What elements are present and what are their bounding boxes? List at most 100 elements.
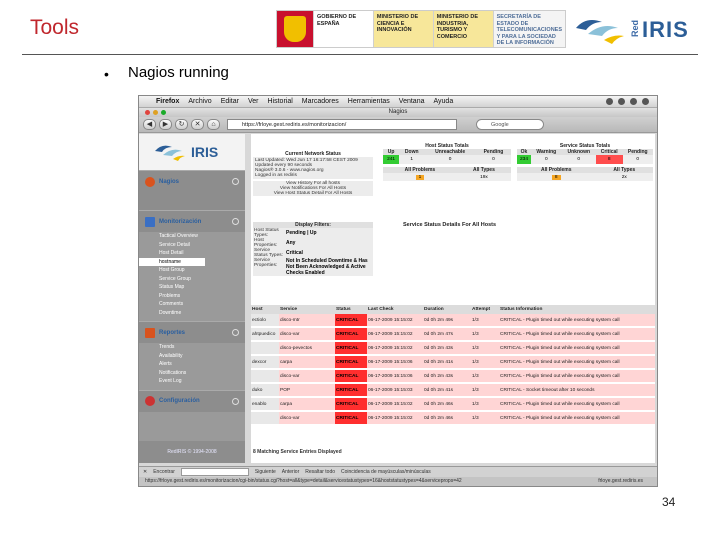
cell-service[interactable]: disco-var — [279, 370, 335, 382]
find-previous-button[interactable]: Anterior — [282, 469, 300, 475]
cell-host[interactable]: ahtpuedico — [251, 328, 279, 340]
collapse-icon[interactable] — [232, 329, 239, 336]
bluetooth-icon[interactable] — [606, 98, 613, 105]
find-next-button[interactable]: Siguiente — [255, 469, 276, 475]
cell-attempt: 1/3 — [471, 384, 499, 396]
cell-last-check: 06-17-2009 15:15:03 — [367, 384, 423, 396]
url-input[interactable]: https://frloye.gest.rediris.es/monitoriz… — [227, 119, 457, 130]
menu-historial[interactable]: Historial — [268, 98, 293, 105]
match-case-checkbox[interactable]: Coincidencia de mayúsculas/minúsculas — [341, 469, 431, 475]
sidebar-section-label: Reportes — [159, 329, 186, 336]
col-duration[interactable]: Duration — [423, 305, 471, 314]
find-close-icon[interactable]: ✕ — [143, 469, 147, 475]
cell-service[interactable]: disco-var — [279, 328, 335, 340]
sidebar-item-host-detail[interactable]: Host Detail — [139, 249, 245, 258]
sidebar-item-availability[interactable]: Availability — [139, 352, 245, 361]
gov-block-1: GOBIERNO DE ESPAÑA — [313, 11, 373, 47]
sidebar-section-nagios[interactable]: Nagios — [139, 170, 245, 192]
sidebar-item-comments[interactable]: Comments — [139, 300, 245, 309]
sidebar-item-alerts[interactable]: Alerts — [139, 360, 245, 369]
host-status-detail-link[interactable]: View Host Status Detail For All Hosts — [253, 191, 373, 196]
collapse-icon[interactable] — [232, 178, 239, 185]
cell-last-check: 06-17-2009 15:15:02 — [367, 328, 423, 340]
collapse-icon[interactable] — [232, 218, 239, 225]
browser-statusbar: https://frloye.gest.rediris.es/monitoriz… — [139, 477, 657, 486]
sidebar-item-host-group[interactable]: Host Group — [139, 266, 245, 275]
row-spacer — [251, 424, 655, 426]
cell-last-check: 06-17-2009 15:15:02 — [367, 412, 423, 424]
cell-host[interactable] — [251, 370, 279, 382]
search-input[interactable]: Google — [476, 119, 544, 130]
sidebar-item-downtime[interactable]: Downtime — [139, 309, 245, 318]
col-attempt[interactable]: Attempt — [471, 305, 499, 314]
menu-herramientas[interactable]: Herramientas — [348, 98, 390, 105]
cell-service[interactable]: carpa — [279, 398, 335, 410]
cell-host[interactable] — [251, 342, 279, 354]
col-last-check[interactable]: Last Check — [367, 305, 423, 314]
menu-editar[interactable]: Editar — [221, 98, 239, 105]
bullet-icon: • — [104, 66, 109, 82]
sidebar-item-problems[interactable]: Problems — [139, 292, 245, 301]
table-row: disco-var CRITICAL 06-17-2009 15:15:02 0d 0… — [251, 412, 655, 424]
cell-status: CRITICAL — [335, 412, 367, 424]
spotlight-icon[interactable] — [642, 98, 649, 105]
zoom-window-icon[interactable] — [161, 110, 166, 115]
collapse-icon[interactable] — [232, 397, 239, 405]
cell-last-check: 06-17-2009 15:15:06 — [367, 370, 423, 382]
home-button[interactable]: ⌂ — [207, 119, 220, 130]
col-status-information[interactable]: Status Information — [499, 305, 655, 314]
cell-host[interactable]: enablo — [251, 398, 279, 410]
service-status-totals: Service Status Totals Ok Warning Unknown… — [517, 143, 653, 181]
reload-button[interactable]: ↻ — [175, 119, 188, 130]
cell-attempt: 1/3 — [471, 342, 499, 354]
host-up-count: 241 — [383, 155, 400, 164]
cell-host[interactable]: ectiolo — [251, 314, 279, 326]
configuration-icon — [145, 396, 155, 406]
cell-attempt: 1/3 — [471, 314, 499, 326]
minimize-window-icon[interactable] — [153, 110, 158, 115]
sidebar-section-monitorizacion[interactable]: Monitorización — [139, 210, 245, 232]
sidebar-iris-text: IRIS — [191, 144, 219, 160]
col-status[interactable]: Status — [335, 305, 367, 314]
sidebar-hostname-input[interactable]: hostname — [139, 257, 205, 266]
menubar-status-icons — [606, 98, 649, 105]
highlight-all-button[interactable]: Resaltar todo — [305, 469, 335, 475]
cell-service[interactable]: disco-pevectos — [279, 342, 335, 354]
cell-status: CRITICAL — [335, 314, 367, 326]
sidebar-item-tactical-overview[interactable]: Tactical Overview — [139, 232, 245, 241]
service-warning-count: 0 — [531, 155, 562, 164]
sidebar-item-trends[interactable]: Trends — [139, 343, 245, 352]
menu-ver[interactable]: Ver — [248, 98, 259, 105]
menu-marcadores[interactable]: Marcadores — [302, 98, 339, 105]
sidebar-item-service-group[interactable]: Service Group — [139, 275, 245, 284]
wifi-icon[interactable] — [618, 98, 625, 105]
cell-host[interactable] — [251, 412, 279, 424]
menu-ayuda[interactable]: Ayuda — [433, 98, 453, 105]
cell-service[interactable]: disco-mtr — [279, 314, 335, 326]
stop-button[interactable]: ✕ — [191, 119, 204, 130]
sidebar-item-service-detail[interactable]: Service Detail — [139, 241, 245, 250]
menu-ventana[interactable]: Ventana — [399, 98, 425, 105]
cell-service[interactable]: carpa — [279, 356, 335, 368]
close-window-icon[interactable] — [145, 110, 150, 115]
sidebar-section-reportes[interactable]: Reportes — [139, 321, 245, 343]
cell-host[interactable]: dexcor — [251, 356, 279, 368]
menu-archivo[interactable]: Archivo — [188, 98, 211, 105]
status-host: frloye.gest.rediris.es — [598, 478, 643, 484]
forward-button[interactable]: ▶ — [159, 119, 172, 130]
sidebar-section-configuracion[interactable]: Configuración — [139, 389, 245, 412]
cell-host[interactable]: duko — [251, 384, 279, 396]
sidebar-item-status-map[interactable]: Status Map — [139, 283, 245, 292]
col-service[interactable]: Service — [279, 305, 335, 314]
col-host[interactable]: Host — [251, 305, 279, 314]
battery-icon[interactable] — [630, 98, 637, 105]
sidebar-item-event-log[interactable]: Event Log — [139, 377, 245, 386]
find-input[interactable] — [180, 468, 249, 476]
cell-service[interactable]: POP — [279, 384, 335, 396]
cell-duration: 0d 0h 2m 47s — [423, 328, 471, 340]
back-button[interactable]: ◀ — [143, 119, 156, 130]
cell-service[interactable]: disco-var — [279, 412, 335, 424]
sidebar-item-notifications[interactable]: Notifications — [139, 369, 245, 378]
menu-firefox[interactable]: Firefox — [156, 98, 179, 105]
service-table-footer: 8 Matching Service Entries Displayed — [253, 449, 342, 455]
